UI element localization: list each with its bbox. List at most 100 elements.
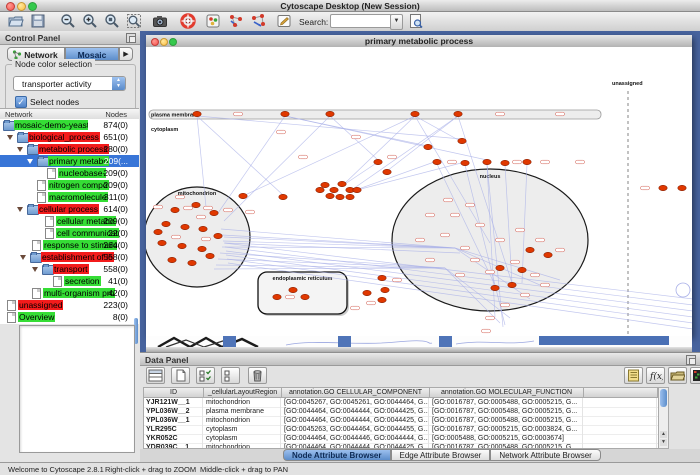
tree-row[interactable]: Overview8(0) — [0, 311, 139, 323]
network-node[interactable] — [383, 169, 391, 174]
table-header-cell[interactable] — [584, 388, 658, 398]
network-node[interactable] — [508, 282, 516, 287]
self-loop-edge[interactable] — [676, 283, 690, 297]
network-node[interactable] — [168, 257, 176, 262]
layout-network-alt-icon[interactable] — [251, 13, 269, 29]
scroll-down-icon[interactable]: ▼ — [660, 439, 667, 446]
network-node[interactable] — [279, 194, 287, 199]
network-edge[interactable] — [285, 116, 487, 160]
table-cell[interactable]: cytoplasm — [204, 425, 281, 434]
bottom-tab[interactable]: Node Attribute Browser — [283, 449, 391, 461]
network-edge[interactable] — [415, 116, 462, 142]
tree-row[interactable]: biological_process651(0) — [0, 131, 139, 143]
table-cell[interactable]: YKR052C — [144, 434, 203, 443]
network-node[interactable] — [158, 240, 166, 245]
network-node[interactable] — [461, 160, 469, 165]
network-node[interactable] — [198, 246, 206, 251]
expand-arrow-icon[interactable] — [27, 159, 33, 164]
network-node[interactable] — [338, 181, 346, 186]
unselect-attributes-icon[interactable] — [221, 367, 240, 384]
network-node[interactable] — [188, 260, 196, 265]
network-node[interactable] — [162, 221, 170, 226]
network-node[interactable] — [281, 111, 289, 116]
zoom-fit-icon[interactable] — [126, 13, 144, 29]
network-node[interactable] — [193, 111, 201, 116]
network-canvas[interactable]: plasma membranecytoplasmmitochondrionnuc… — [146, 47, 692, 336]
network-node[interactable] — [171, 207, 179, 212]
network-node[interactable] — [214, 233, 222, 238]
network-node[interactable] — [301, 294, 309, 299]
tree-row[interactable]: unassigned223(0) — [0, 299, 139, 311]
network-node[interactable] — [378, 275, 386, 280]
network-node[interactable] — [518, 267, 526, 272]
table-cell[interactable] — [584, 416, 657, 425]
network-node[interactable] — [381, 287, 389, 292]
network-node[interactable] — [192, 202, 200, 207]
table-cell[interactable] — [584, 434, 657, 443]
vizmapper-icon[interactable] — [205, 13, 223, 29]
expand-arrow-icon[interactable] — [32, 267, 38, 272]
network-node[interactable] — [326, 193, 334, 198]
tree-row[interactable]: macromolecule311(0) — [0, 191, 139, 203]
tree-row[interactable]: metabolic process280(0) — [0, 143, 139, 155]
network-node[interactable] — [206, 253, 214, 258]
network-node[interactable] — [181, 224, 189, 229]
tree-row[interactable]: response to stimulu264(0) — [0, 239, 139, 251]
table-cell[interactable]: YLR295C — [144, 425, 203, 434]
tab-overflow-arrow[interactable]: ▶ — [119, 47, 133, 61]
network-node[interactable] — [523, 159, 531, 164]
table-cell[interactable]: plasma membrane — [204, 407, 281, 416]
tree-row[interactable]: cellular process614(0) — [0, 203, 139, 215]
network-node[interactable] — [378, 297, 386, 302]
network-node[interactable] — [273, 294, 281, 299]
search-dropdown-icon[interactable]: ▼ — [390, 14, 403, 30]
network-node[interactable] — [363, 290, 371, 295]
table-header-cell[interactable]: annotation.GO CELLULAR_COMPONENT — [282, 388, 430, 398]
table-cell[interactable]: [GO:0016787, GO:0005215, GO:0003824, G..… — [430, 425, 583, 434]
network-edge[interactable] — [342, 116, 415, 186]
delete-attribute-icon[interactable] — [248, 367, 267, 384]
network-node[interactable] — [483, 159, 491, 164]
bottom-tab[interactable]: Network Attribute Browser — [490, 449, 600, 461]
network-node[interactable] — [336, 194, 344, 199]
network-node[interactable] — [458, 138, 466, 143]
save-icon[interactable] — [30, 13, 48, 29]
network-node[interactable] — [239, 193, 247, 198]
open-file-icon[interactable] — [8, 13, 26, 29]
table-cell[interactable]: [GO:0016787, GO:0005488, GO:0005215, G..… — [430, 416, 583, 425]
table-cell[interactable]: [GO:0016787, GO:0005488, GO:0005215, G..… — [430, 407, 583, 416]
expand-arrow-icon[interactable] — [7, 135, 13, 140]
network-edge[interactable] — [197, 116, 462, 139]
annotations-icon[interactable] — [276, 13, 294, 29]
tree-row[interactable]: establishment of lo558(0) — [0, 251, 139, 263]
expand-arrow-icon[interactable] — [17, 207, 23, 212]
network-node[interactable] — [496, 265, 504, 270]
network-node[interactable] — [199, 226, 207, 231]
table-cell[interactable] — [584, 398, 657, 407]
float-data-panel-icon[interactable] — [686, 355, 696, 365]
tree-row[interactable]: nitrogen compo209(0) — [0, 179, 139, 191]
tree-row[interactable]: cellular metabo209(0) — [0, 215, 139, 227]
network-edge[interactable] — [218, 116, 285, 213]
tree-row[interactable]: nucleobase-209(0) — [0, 167, 139, 179]
window-titlebar[interactable]: Cytoscape Desktop (New Session) — [0, 0, 700, 12]
attribute-table-icon[interactable] — [146, 367, 165, 384]
table-cell[interactable]: [GO:0044464, GO:0044444, GO:0044425, G..… — [282, 416, 429, 425]
table-cell[interactable]: [GO:0044464, GO:0044446, GO:0044444, G..… — [282, 434, 429, 443]
network-node[interactable] — [178, 243, 186, 248]
table-scrollbar[interactable]: ▲ ▼ — [658, 387, 669, 449]
matrix-icon[interactable] — [690, 367, 700, 384]
network-node[interactable] — [330, 187, 338, 192]
background-windows-strip[interactable] — [146, 336, 692, 352]
table-cell[interactable]: [GO:0045263, GO:0044464, GO:0044455, G..… — [282, 425, 429, 434]
tree-row[interactable]: cell communicat22(0) — [0, 227, 139, 239]
table-cell[interactable]: YPL036W__1 — [144, 416, 203, 425]
table-cell[interactable] — [584, 407, 657, 416]
zoom-selected-icon[interactable] — [104, 13, 122, 29]
network-node[interactable] — [411, 111, 419, 116]
network-node[interactable] — [424, 144, 432, 149]
network-edge[interactable] — [342, 162, 378, 186]
birds-eye-view[interactable] — [19, 325, 135, 453]
function-builder-icon[interactable]: f(x) — [646, 367, 665, 384]
tree-row[interactable]: multi-organism pro42(0) — [0, 287, 139, 299]
